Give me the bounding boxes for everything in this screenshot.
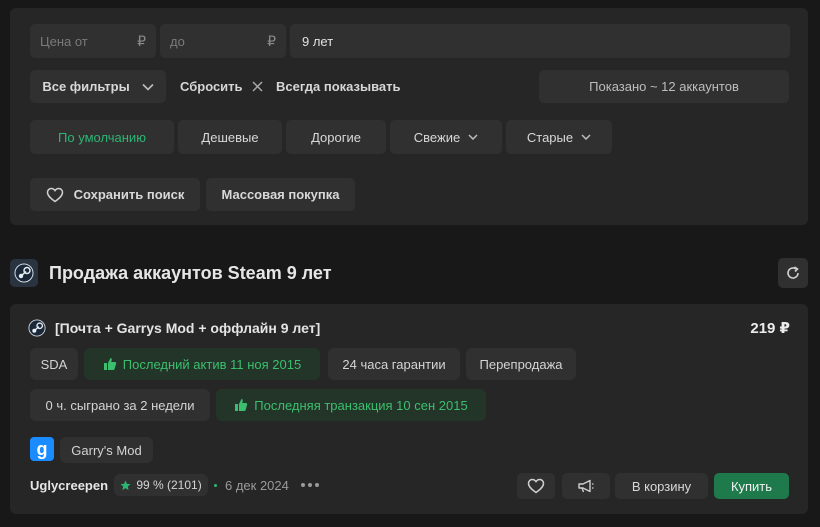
listing-price: 219 ₽ bbox=[750, 320, 790, 337]
listing-date: 6 дек 2024 bbox=[214, 474, 289, 496]
seller-name[interactable]: Uglycreepen bbox=[30, 474, 108, 496]
all-filters-label: Все фильтры bbox=[42, 79, 130, 94]
thumbs-up-icon bbox=[103, 358, 116, 370]
chevron-down-icon bbox=[142, 83, 154, 91]
tag-sda-label: SDA bbox=[40, 356, 68, 372]
listing-title-row: [Почта + Garrys Mod + оффлайн 9 лет] bbox=[28, 318, 320, 338]
shown-count-label: Показано ~ 12 аккаунтов bbox=[589, 79, 739, 94]
tag-last-active-label: Последний актив 11 ноя 2015 bbox=[122, 356, 302, 372]
listing-card[interactable]: [Почта + Garrys Mod + оффлайн 9 лет] 219… bbox=[10, 304, 808, 514]
game-name-label: Garry's Mod bbox=[71, 442, 142, 458]
seller-rating-label: 99 % (2101) bbox=[136, 478, 202, 492]
section-title: Продажа аккаунтов Steam 9 лет bbox=[49, 262, 332, 283]
add-to-cart-label: В корзину bbox=[631, 478, 692, 494]
sort-fresh-label: Свежие bbox=[413, 129, 461, 145]
tag-last-transaction-label: Последняя транзакция 10 сен 2015 bbox=[254, 397, 468, 413]
tag-resale-label: Перепродажа bbox=[479, 356, 563, 372]
price-to-input[interactable]: до ₽ bbox=[160, 24, 286, 58]
sort-default-label: По умолчанию bbox=[58, 129, 146, 145]
seller-rating: 99 % (2101) bbox=[114, 474, 208, 496]
shown-count-button[interactable]: Показано ~ 12 аккаунтов bbox=[539, 70, 789, 103]
tag-resale: Перепродажа bbox=[466, 348, 576, 380]
sort-default-button[interactable]: По умолчанию bbox=[30, 120, 174, 154]
sort-old-label: Старые bbox=[526, 129, 574, 145]
thumbs-up-icon bbox=[235, 399, 248, 411]
star-icon bbox=[120, 479, 131, 490]
tag-guarantee: 24 часа гарантии bbox=[328, 348, 460, 380]
sort-expensive-button[interactable]: Дорогие bbox=[286, 120, 386, 154]
filter-panel: Цена от ₽ до ₽ 9 лет Все фильтры Сбросит… bbox=[10, 8, 808, 225]
add-to-cart-button[interactable]: В корзину bbox=[615, 473, 708, 499]
always-show-toggle[interactable]: Всегда показывать bbox=[276, 70, 401, 103]
buy-label: Купить bbox=[730, 478, 773, 494]
tag-guarantee-label: 24 часа гарантии bbox=[342, 356, 446, 372]
price-from-placeholder: Цена от bbox=[40, 33, 88, 49]
save-search-label: Сохранить поиск bbox=[73, 187, 185, 202]
currency-symbol: ₽ bbox=[267, 32, 276, 49]
favorite-button[interactable] bbox=[517, 473, 555, 499]
garrys-mod-icon: g bbox=[30, 437, 54, 461]
sort-old-dropdown[interactable]: Старые bbox=[506, 120, 612, 154]
sort-cheap-button[interactable]: Дешевые bbox=[178, 120, 282, 154]
more-options-icon[interactable] bbox=[301, 474, 319, 496]
heart-icon bbox=[46, 187, 63, 202]
heart-icon bbox=[527, 478, 545, 494]
sort-fresh-dropdown[interactable]: Свежие bbox=[390, 120, 502, 154]
currency-symbol: ₽ bbox=[137, 32, 146, 49]
tag-played-label: 0 ч. сыграно за 2 недели bbox=[45, 397, 195, 413]
sort-cheap-label: Дешевые bbox=[201, 129, 259, 145]
megaphone-icon bbox=[578, 479, 594, 493]
close-icon bbox=[252, 81, 263, 92]
chevron-down-icon bbox=[468, 134, 478, 140]
game-tag-garrys-mod[interactable]: Garry's Mod bbox=[60, 437, 153, 463]
price-from-input[interactable]: Цена от ₽ bbox=[30, 24, 156, 58]
chevron-down-icon bbox=[581, 134, 591, 140]
tag-sda: SDA bbox=[30, 348, 78, 380]
online-dot bbox=[214, 483, 217, 487]
all-filters-button[interactable]: Все фильтры bbox=[30, 70, 166, 103]
garrys-mod-icon-letter: g bbox=[36, 438, 48, 459]
account-age-input[interactable]: 9 лет bbox=[290, 24, 790, 58]
price-to-placeholder: до bbox=[170, 33, 185, 49]
bulk-buy-button[interactable]: Массовая покупка bbox=[206, 178, 355, 211]
steam-icon bbox=[10, 259, 38, 287]
save-search-button[interactable]: Сохранить поиск bbox=[30, 178, 200, 211]
refresh-button[interactable] bbox=[778, 258, 808, 288]
buy-button[interactable]: Купить bbox=[714, 473, 789, 499]
tag-last-active: Последний актив 11 ноя 2015 bbox=[84, 348, 320, 380]
promote-button[interactable] bbox=[562, 473, 610, 499]
steam-icon bbox=[28, 319, 46, 337]
reset-label: Сбросить bbox=[180, 79, 243, 94]
listing-date-label: 6 дек 2024 bbox=[225, 477, 289, 493]
sort-expensive-label: Дорогие bbox=[311, 129, 361, 145]
account-age-value: 9 лет bbox=[302, 33, 334, 49]
tag-played-hours: 0 ч. сыграно за 2 недели bbox=[30, 389, 210, 421]
always-show-label: Всегда показывать bbox=[276, 79, 401, 94]
listing-title[interactable]: [Почта + Garrys Mod + оффлайн 9 лет] bbox=[55, 320, 320, 336]
bulk-buy-label: Массовая покупка bbox=[221, 187, 340, 202]
tag-last-transaction: Последняя транзакция 10 сен 2015 bbox=[216, 389, 486, 421]
reset-button[interactable]: Сбросить bbox=[180, 70, 263, 103]
refresh-icon bbox=[787, 266, 799, 279]
section-header: Продажа аккаунтов Steam 9 лет bbox=[10, 258, 332, 288]
